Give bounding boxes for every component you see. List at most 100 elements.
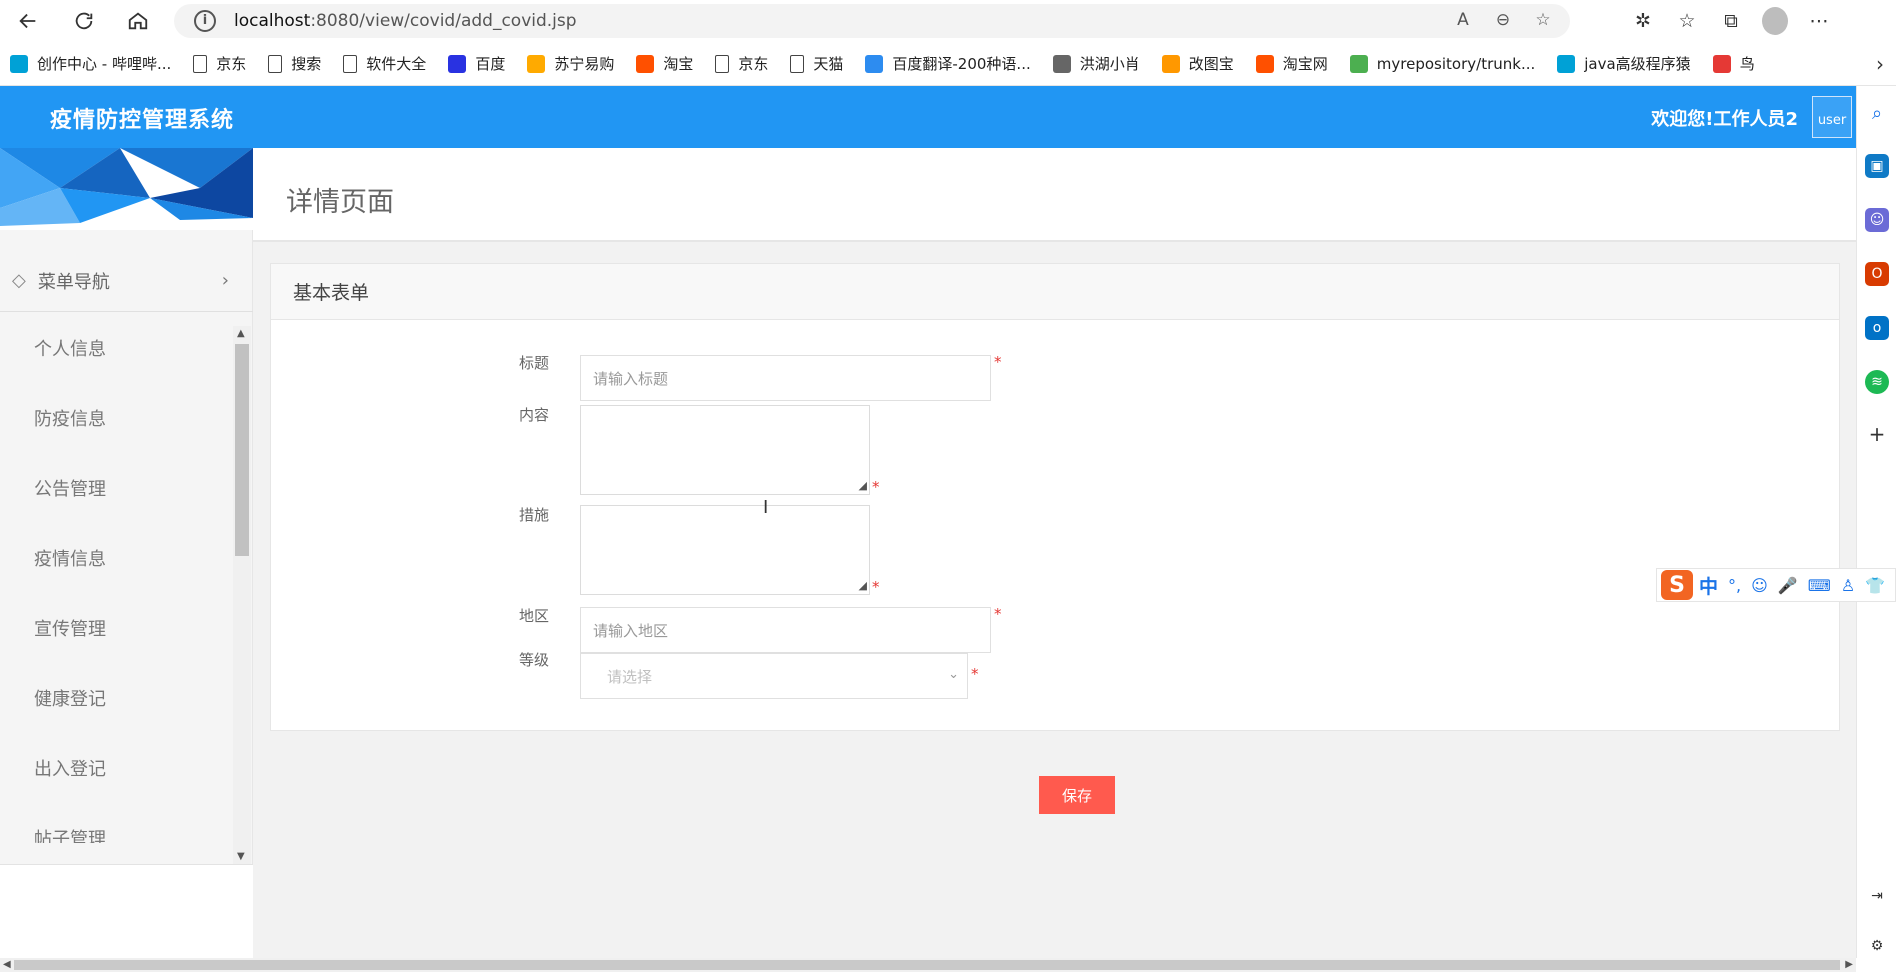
bookmark-item[interactable]: 百度 — [448, 53, 505, 74]
spotify-icon[interactable]: ≋ — [1865, 370, 1889, 394]
title-placeholder: 请输入标题 — [593, 369, 669, 388]
sidebar-item[interactable]: 宣传管理 — [0, 593, 233, 663]
title-label: 标题 — [519, 354, 550, 372]
horizontal-scrollbar-thumb[interactable] — [14, 960, 1840, 970]
menu-nav-header[interactable]: ◇ 菜单导航 › — [0, 250, 253, 312]
resize-grip-icon[interactable]: ◢ — [859, 479, 867, 492]
title-input[interactable]: 请输入标题 — [580, 355, 991, 401]
bookmark-label: 软件大全 — [366, 55, 427, 73]
skin-icon[interactable]: 👕 — [1865, 576, 1885, 595]
sidebar-item[interactable]: 出入登记 — [0, 733, 233, 803]
bookmark-label: 京东 — [216, 55, 247, 73]
level-placeholder: 请选择 — [607, 667, 653, 686]
address-bar[interactable]: i localhost:8080/view/covid/add_covid.js… — [174, 4, 1570, 38]
address-url[interactable]: localhost:8080/view/covid/add_covid.jsp — [234, 11, 577, 31]
sidebar-item[interactable]: 疫情信息 — [0, 523, 233, 593]
emoji-icon[interactable]: ☺ — [1751, 576, 1768, 595]
resize-grip-icon[interactable]: ◢ — [859, 579, 867, 592]
bookmark-item[interactable]: 京东 — [193, 53, 246, 74]
bookmark-item[interactable]: myrepository/trunk... — [1349, 54, 1536, 73]
bookmark-label: 洪湖小肖 — [1079, 55, 1140, 73]
address-bar-actions: A ⊖ ☆ — [1452, 10, 1554, 32]
bookmark-label: 苏宁易购 — [554, 55, 615, 73]
ime-toolbar: S 中 °, ☺ 🎤 ⌨ ♙ 👕 — [1656, 568, 1896, 602]
bookmark-label: 百度翻译-200种语... — [892, 55, 1031, 73]
chevron-down-icon: ⌄ — [948, 667, 959, 682]
punctuation-icon[interactable]: °, — [1728, 576, 1741, 595]
sogou-logo-icon[interactable]: S — [1661, 570, 1693, 600]
bilibili-icon — [10, 54, 28, 73]
bookmark-item[interactable]: 洪湖小肖 — [1052, 53, 1140, 74]
bookmarks-more-icon[interactable]: › — [1876, 52, 1884, 76]
bookmark-item[interactable]: 鸟 — [1712, 53, 1755, 74]
zoom-out-icon[interactable]: ⊖ — [1492, 10, 1514, 32]
outlook-icon[interactable]: o — [1865, 316, 1889, 340]
content-textarea[interactable]: ◢ — [580, 405, 870, 495]
bookmark-label: 天猫 — [813, 55, 844, 73]
panel-collapse-icon[interactable]: ⇥ — [1865, 884, 1889, 908]
microphone-icon[interactable]: 🎤 — [1778, 576, 1798, 595]
keyboard-icon[interactable]: ⌨ — [1808, 576, 1831, 595]
scroll-right-icon[interactable]: ▶ — [1845, 959, 1853, 970]
favorites-icon[interactable]: ☆ — [1674, 4, 1700, 38]
ime-mode[interactable]: 中 — [1699, 572, 1718, 599]
bookmark-item[interactable]: 改图宝 — [1161, 53, 1234, 74]
taobao-icon — [636, 54, 655, 73]
form-card: 基本表单 标题 请输入标题 * 内容 ◢ * 措施 ◢ * 地区 请输入地区 *… — [270, 263, 1840, 731]
back-button[interactable] — [8, 1, 48, 41]
bookmark-item[interactable]: 百度翻译-200种语... — [865, 53, 1031, 74]
home-button[interactable] — [118, 1, 158, 41]
tools-icon[interactable]: ▣ — [1865, 154, 1889, 178]
measures-textarea[interactable]: ◢ — [580, 505, 870, 595]
browser-toolbar: i localhost:8080/view/covid/add_covid.js… — [0, 0, 1896, 42]
bookmark-item[interactable]: 淘宝 — [636, 53, 693, 74]
main-content: 详情页面 基本表单 标题 请输入标题 * 内容 ◢ * 措施 ◢ * 地区 请输… — [253, 148, 1856, 958]
office-icon[interactable]: O — [1865, 262, 1889, 286]
bookmark-item[interactable]: 苏宁易购 — [527, 53, 614, 74]
refresh-button[interactable] — [64, 1, 104, 41]
scroll-left-icon[interactable]: ◀ — [3, 959, 11, 970]
bookmark-item[interactable]: 淘宝网 — [1255, 53, 1328, 74]
add-icon[interactable]: + — [1865, 422, 1889, 446]
scroll-up-icon[interactable]: ▲ — [237, 328, 245, 339]
bookmark-item[interactable]: 京东 — [715, 53, 768, 74]
extensions-icon[interactable]: ✲ — [1630, 4, 1656, 38]
bookmark-item[interactable]: 软件大全 — [343, 53, 426, 74]
settings-icon[interactable]: ⚙ — [1865, 934, 1889, 958]
browser-right-tools: ✲ ☆ ⧉ ⋯ — [1630, 4, 1832, 38]
read-aloud-icon[interactable]: A — [1452, 10, 1474, 32]
user-icon[interactable]: ♙ — [1841, 576, 1855, 595]
save-button[interactable]: 保存 — [1039, 776, 1115, 814]
scroll-down-icon[interactable]: ▼ — [237, 851, 245, 862]
collections-icon[interactable]: ⧉ — [1718, 4, 1744, 38]
search-icon[interactable]: ⌕ — [1865, 102, 1889, 126]
sidebar-item[interactable]: 个人信息 — [0, 313, 233, 383]
region-input[interactable]: 请输入地区 — [580, 607, 991, 653]
user-avatar[interactable]: user — [1812, 96, 1852, 138]
bookmark-item[interactable]: 搜索 — [268, 53, 321, 74]
chevron-right-icon: › — [221, 270, 229, 291]
page-title: 详情页面 — [286, 187, 394, 218]
app-header: 疫情防控管理系统 欢迎您!工作人员2 user — [0, 86, 1856, 148]
sidebar-item[interactable]: 健康登记 — [0, 663, 233, 733]
sidebar-item[interactable]: 公告管理 — [0, 453, 233, 523]
sidebar-item[interactable]: 防疫信息 — [0, 383, 233, 453]
more-menu-icon[interactable]: ⋯ — [1806, 4, 1832, 38]
document-icon — [343, 54, 358, 73]
bookmark-item[interactable]: 创作中心 - 哔哩哔... — [10, 53, 171, 74]
sidebar-footer — [0, 864, 253, 958]
bookmark-item[interactable]: java高级程序猿 — [1557, 53, 1691, 74]
menu-scrollbar-thumb[interactable] — [235, 344, 249, 556]
people-icon[interactable]: ☺ — [1865, 208, 1889, 232]
sidebar-banner — [0, 148, 253, 230]
sidebar-item[interactable]: 帖子管理 — [0, 803, 233, 843]
level-select[interactable]: 请选择 ⌄ — [580, 653, 968, 699]
bookmark-label: 百度 — [475, 55, 506, 73]
bookmark-item[interactable]: 天猫 — [790, 53, 843, 74]
profile-button[interactable] — [1762, 4, 1788, 38]
site-info-icon[interactable]: i — [194, 10, 216, 32]
menu-scrollbar[interactable]: ▲ ▼ — [233, 326, 251, 864]
page-horizontal-scrollbar[interactable]: ◀ ▶ — [0, 958, 1856, 972]
add-favorite-icon[interactable]: ☆ — [1532, 10, 1554, 32]
bookmark-label: myrepository/trunk... — [1376, 54, 1536, 73]
